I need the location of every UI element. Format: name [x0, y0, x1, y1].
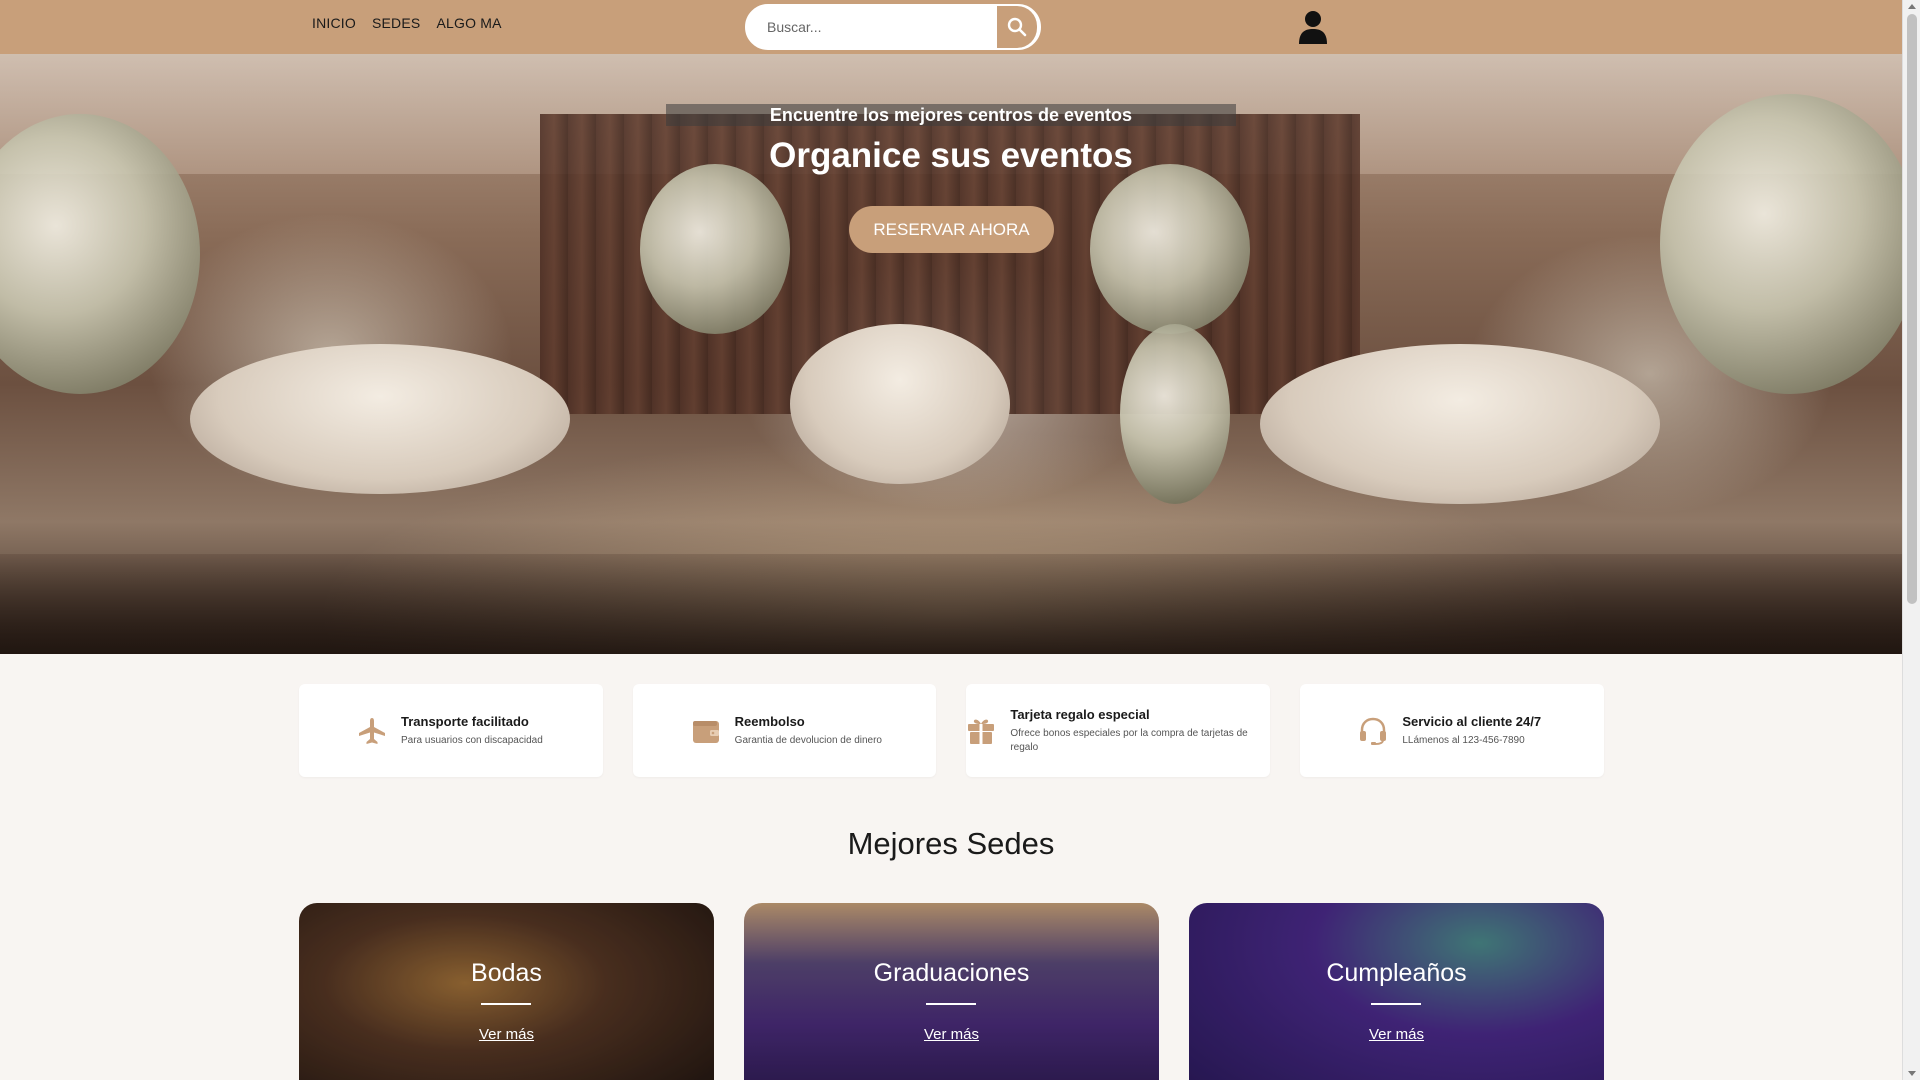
search-icon — [1007, 17, 1027, 37]
search-input[interactable] — [747, 6, 997, 48]
section-title: Mejores Sedes — [847, 826, 1055, 861]
feature-desc: Garantia de devolucion de dinero — [734, 734, 882, 746]
venue-link-ver-mas[interactable]: Ver más — [1189, 1026, 1604, 1043]
user-icon[interactable] — [1298, 10, 1328, 44]
hero-subtitle-band: Encuentre los mejores centros de eventos — [666, 104, 1236, 126]
hero-subtitle: Encuentre los mejores centros de eventos — [769, 105, 1133, 125]
venue-overlay — [744, 903, 1159, 1080]
hero-flowers-center-right — [1090, 164, 1250, 334]
nav-link-sedes[interactable]: SEDES — [372, 15, 420, 31]
feature-title: Tarjeta regalo especial — [1010, 706, 1150, 722]
venue-card-cumpleanos[interactable]: Cumpleaños Ver más — [1189, 903, 1604, 1080]
venue-title: Graduaciones — [873, 959, 1030, 987]
venue-divider — [481, 1003, 531, 1005]
hero-table-right — [1260, 344, 1660, 504]
feature-desc: LLámenos al 123-456-7890 — [1402, 734, 1525, 746]
feature-title: Servicio al cliente 24/7 — [1402, 713, 1542, 729]
venue-card-bodas[interactable]: Bodas Ver más — [299, 903, 714, 1080]
venue-divider — [1371, 1003, 1421, 1005]
headset-icon — [1360, 717, 1387, 745]
hero-flowers-right — [1660, 94, 1902, 394]
reserve-now-button[interactable]: RESERVAR AHORA — [849, 206, 1054, 253]
scroll-down-icon[interactable] — [1908, 1071, 1916, 1076]
feature-title: Transporte facilitado — [401, 713, 529, 729]
hero-flowers-mid — [1120, 324, 1230, 504]
feature-desc: Para usuarios con discapacidad — [401, 734, 543, 746]
plane-icon — [359, 717, 385, 744]
scroll-thumb[interactable] — [1907, 14, 1917, 604]
feature-desc: Ofrece bonos especiales por la compra de… — [1010, 727, 1248, 753]
venue-link-ver-mas[interactable]: Ver más — [744, 1026, 1159, 1043]
venue-overlay — [299, 903, 714, 1080]
hero-flowers-center-left — [640, 164, 790, 334]
feature-card-gift: Tarjeta regalo especial Ofrece bonos esp… — [966, 684, 1271, 777]
feature-card-support: Servicio al cliente 24/7 LLámenos al 123… — [1300, 684, 1605, 777]
feature-title: Reembolso — [734, 713, 805, 729]
hero-banner: Encuentre los mejores centros de eventos… — [0, 54, 1902, 654]
hero-table-left — [190, 344, 570, 494]
venues-row: Bodas Ver más Graduaciones Ver más Cumpl… — [299, 903, 1604, 1080]
venue-title: Bodas — [471, 959, 542, 987]
search-bar — [745, 4, 1041, 50]
venue-overlay — [1189, 903, 1604, 1080]
gift-icon — [968, 719, 995, 744]
nav-links: INICIO SEDES ALGO MA — [312, 15, 502, 31]
nav-link-inicio[interactable]: INICIO — [312, 15, 356, 31]
scroll-up-icon[interactable] — [1908, 4, 1916, 9]
page-scrollbar[interactable] — [1902, 0, 1920, 1080]
navbar: INICIO SEDES ALGO MA — [0, 0, 1902, 54]
hero-table-center — [790, 324, 1010, 484]
hero-floor — [0, 554, 1902, 654]
venue-link-ver-mas[interactable]: Ver más — [299, 1026, 714, 1043]
feature-card-transport: Transporte facilitado Para usuarios con … — [299, 684, 603, 777]
search-button[interactable] — [997, 6, 1037, 48]
venue-title: Cumpleaños — [1326, 959, 1467, 987]
features-row: Transporte facilitado Para usuarios con … — [299, 684, 1605, 777]
feature-card-refund: Reembolso Garantia de devolucion de dine… — [632, 684, 937, 777]
venue-card-graduaciones[interactable]: Graduaciones Ver más — [744, 903, 1159, 1080]
nav-link-algo-ma[interactable]: ALGO MA — [436, 15, 501, 31]
venue-divider — [926, 1003, 976, 1005]
wallet-icon — [692, 720, 719, 743]
hero-title: Organice sus eventos — [769, 136, 1133, 175]
